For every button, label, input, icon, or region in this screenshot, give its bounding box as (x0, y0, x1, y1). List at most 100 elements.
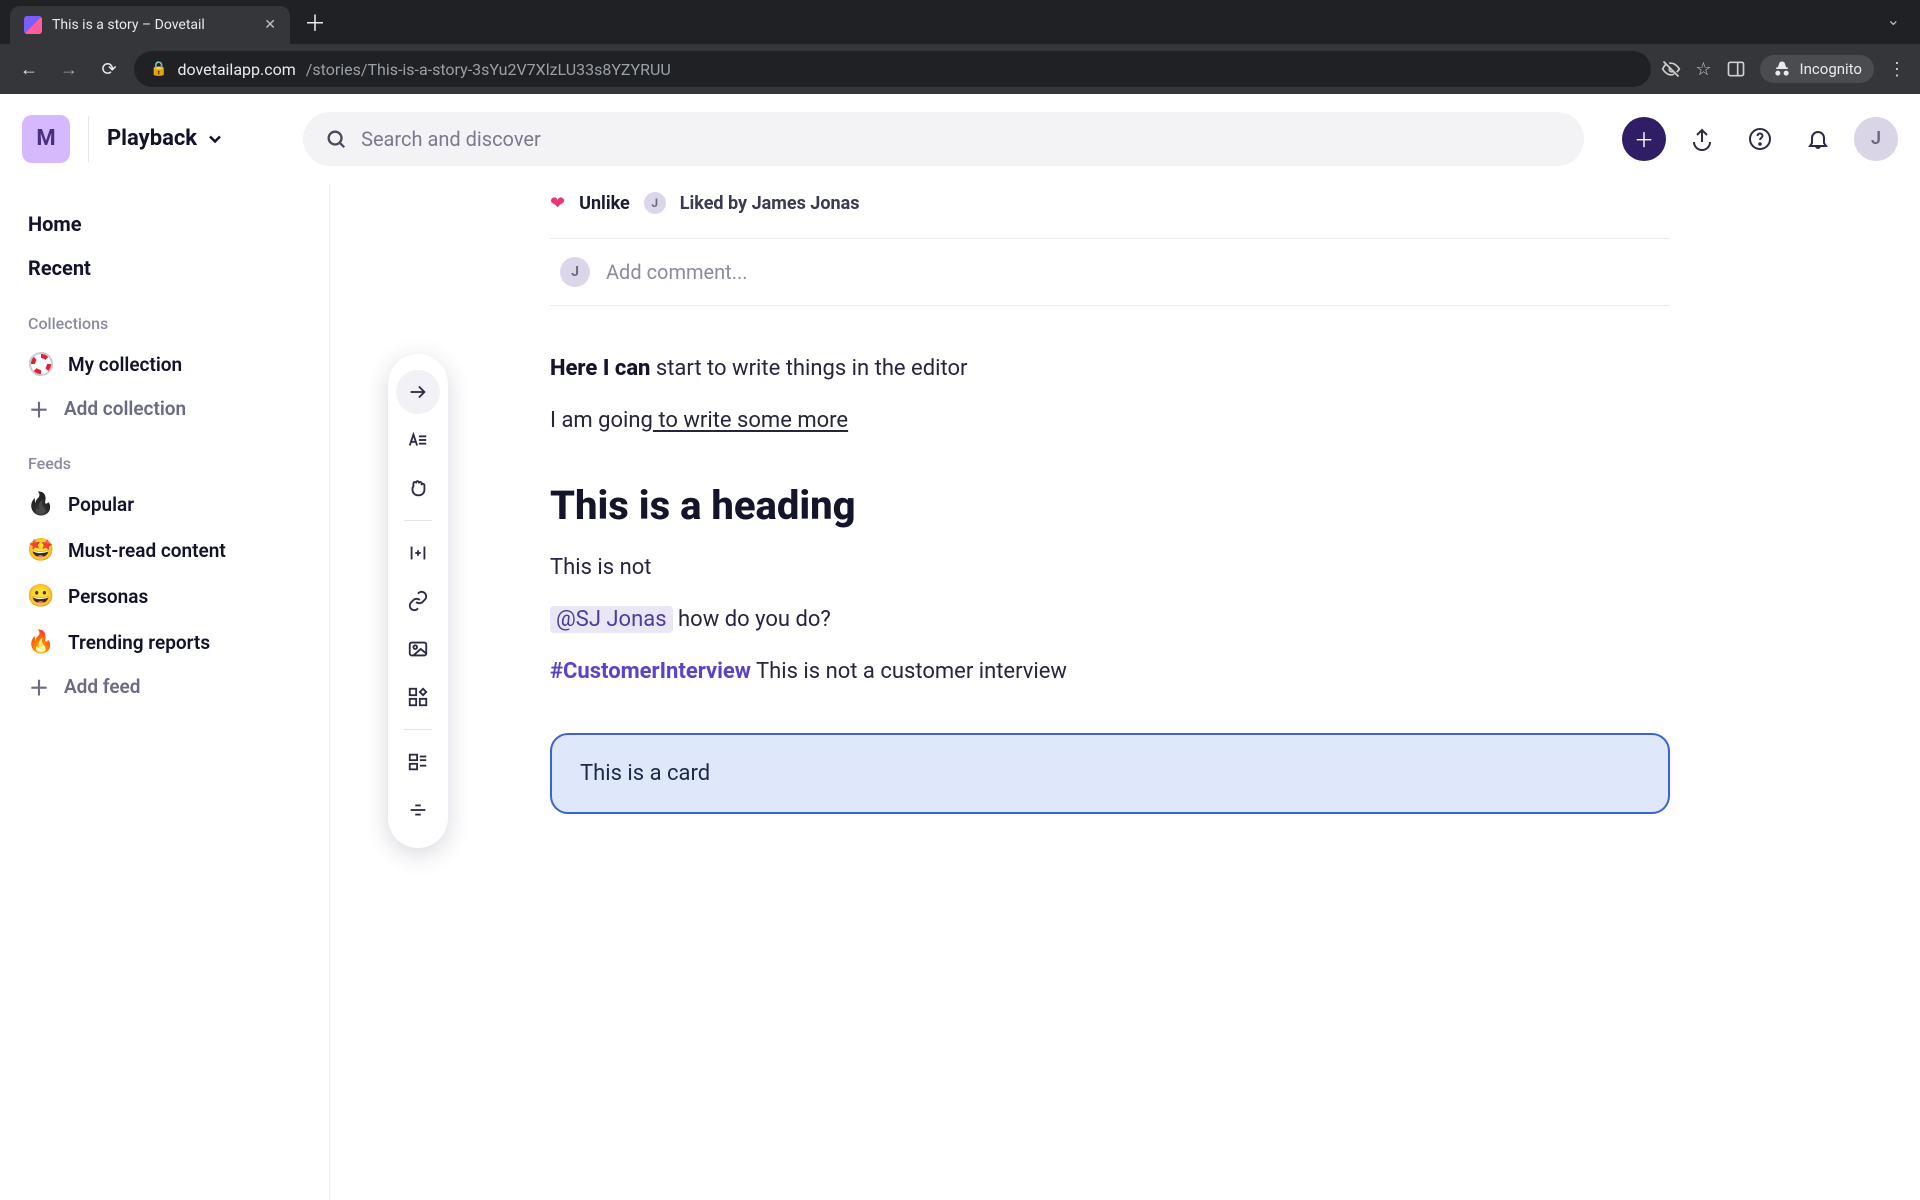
browser-chrome: This is a story – Dovetail ✕ ＋ ⌄ ← → ⟳ 🔒… (0, 0, 1920, 94)
flame-icon: 🔥 (28, 491, 54, 517)
smile-icon: 😀 (28, 583, 54, 609)
toolbar-link-button[interactable] (396, 579, 440, 623)
life-buoy-icon (28, 351, 54, 377)
liked-by-text: Liked by James Jonas (680, 193, 860, 214)
url-host: dovetailapp.com (177, 60, 295, 79)
paragraph[interactable]: I am going to write some more (550, 404, 1670, 438)
toolbar-expand-button[interactable] (396, 370, 440, 414)
favicon (24, 16, 42, 34)
search-placeholder: Search and discover (361, 127, 541, 151)
sidebar-feed-personas[interactable]: 😀 Personas (14, 573, 315, 619)
add-feed-button[interactable]: ＋ Add feed (14, 665, 315, 708)
plus-icon: ＋ (28, 676, 50, 698)
close-tab-icon[interactable]: ✕ (264, 17, 276, 33)
editor-toolbar (388, 354, 448, 848)
main-layout: Home Recent Collections My collection ＋ … (0, 184, 1920, 1200)
feed-label: Trending reports (68, 631, 210, 654)
comment-placeholder: Add comment... (606, 260, 748, 284)
sidebar-feed-must-read[interactable]: 🤩 Must-read content (14, 527, 315, 573)
chrome-action-icons: ☆ Incognito ⋮ (1661, 55, 1906, 83)
text: start to write things in the editor (650, 356, 967, 381)
bold-text: Here I can (550, 356, 650, 381)
incognito-label: Incognito (1800, 60, 1862, 78)
text: how do you do? (673, 607, 831, 632)
collections-label: Collections (14, 290, 315, 341)
text: This is not a customer interview (751, 659, 1067, 684)
sidebar-feed-trending[interactable]: 🔥 Trending reports (14, 619, 315, 665)
story-body: ❤ Unlike J Liked by James Jonas J Add co… (550, 184, 1670, 814)
sidebar-feed-popular[interactable]: 🔥 Popular (14, 481, 315, 527)
incognito-badge[interactable]: Incognito (1760, 55, 1874, 83)
toolbar-drag-button[interactable] (396, 466, 440, 510)
star-icon[interactable]: ☆ (1695, 59, 1711, 80)
workspace-picker[interactable]: Playback (107, 126, 225, 151)
heart-icon[interactable]: ❤ (550, 193, 565, 214)
url-path: /stories/This-is-a-story-3sYu2V7XlzLU33s… (306, 60, 671, 79)
mention-chip[interactable]: @SJ Jonas (550, 606, 673, 633)
paragraph[interactable]: @SJ Jonas how do you do? (550, 603, 1670, 637)
search-input[interactable]: Search and discover (303, 112, 1584, 166)
paragraph[interactable]: #CustomerInterview This is not a custome… (550, 655, 1670, 689)
comment-avatar: J (560, 257, 590, 287)
browser-tab[interactable]: This is a story – Dovetail ✕ (10, 6, 290, 44)
feeds-label: Feeds (14, 430, 315, 481)
lock-icon: 🔒 (150, 61, 167, 77)
like-row: ❤ Unlike J Liked by James Jonas (550, 184, 1670, 238)
divider (88, 116, 89, 162)
forward-button[interactable]: → (54, 54, 84, 84)
panel-icon[interactable] (1726, 59, 1746, 79)
address-bar[interactable]: 🔒 dovetailapp.com/stories/This-is-a-stor… (134, 51, 1651, 87)
app-header: M Playback Search and discover ＋ J (0, 94, 1920, 184)
tab-strip: This is a story – Dovetail ✕ ＋ ⌄ (0, 0, 1920, 44)
add-collection-label: Add collection (64, 397, 186, 420)
notifications-button[interactable] (1796, 117, 1840, 161)
sidebar: Home Recent Collections My collection ＋ … (0, 184, 330, 1200)
content-area: ❤ Unlike J Liked by James Jonas J Add co… (330, 184, 1920, 1200)
hashtag[interactable]: #CustomerInterview (550, 659, 751, 684)
comment-composer[interactable]: J Add comment... (550, 238, 1670, 306)
upload-button[interactable] (1680, 117, 1724, 161)
paragraph[interactable]: This is not (550, 551, 1670, 585)
paragraph[interactable]: Here I can start to write things in the … (550, 352, 1670, 386)
user-avatar[interactable]: J (1854, 117, 1898, 161)
text: I am going (550, 408, 653, 433)
new-tab-button[interactable]: ＋ (304, 6, 326, 38)
toolbar-separator (404, 520, 432, 521)
toolbar-text-style-button[interactable] (396, 418, 440, 462)
feed-label: Must-read content (68, 539, 226, 562)
feed-label: Personas (68, 585, 148, 608)
tab-title: This is a story – Dovetail (52, 17, 254, 33)
back-button[interactable]: ← (14, 54, 44, 84)
toolbar-separator (404, 729, 432, 730)
eye-off-icon[interactable] (1661, 59, 1681, 79)
toolbar-layout-button[interactable] (396, 740, 440, 784)
toolbar-divider-button[interactable] (396, 788, 440, 832)
underlined-text: to write some more (653, 408, 848, 433)
unlike-button[interactable]: Unlike (579, 193, 630, 214)
add-collection-button[interactable]: ＋ Add collection (14, 387, 315, 430)
sidebar-collection-item[interactable]: My collection (14, 341, 315, 387)
toolbar-image-button[interactable] (396, 627, 440, 671)
toolbar-widgets-button[interactable] (396, 675, 440, 719)
star-eyes-icon: 🤩 (28, 537, 54, 563)
chevron-down-icon (205, 129, 225, 149)
heading[interactable]: This is a heading (550, 482, 1670, 529)
card-block[interactable]: This is a card (550, 733, 1670, 814)
sidebar-home[interactable]: Home (14, 202, 315, 246)
workspace-name: Playback (107, 126, 197, 151)
create-button[interactable]: ＋ (1622, 117, 1666, 161)
plus-icon: ＋ (28, 398, 50, 420)
card-text: This is a card (580, 761, 710, 786)
window-chevron-icon[interactable]: ⌄ (1887, 10, 1900, 29)
toolbar-column-button[interactable] (396, 531, 440, 575)
reload-button[interactable]: ⟳ (94, 54, 124, 84)
kebab-menu-icon[interactable]: ⋮ (1888, 59, 1906, 80)
liker-avatar: J (644, 192, 666, 214)
workspace-avatar[interactable]: M (22, 115, 70, 163)
search-icon (325, 128, 347, 150)
feed-label: Popular (68, 493, 134, 516)
add-feed-label: Add feed (64, 675, 140, 698)
sidebar-recent[interactable]: Recent (14, 246, 315, 290)
help-button[interactable] (1738, 117, 1782, 161)
incognito-icon (1772, 59, 1792, 79)
